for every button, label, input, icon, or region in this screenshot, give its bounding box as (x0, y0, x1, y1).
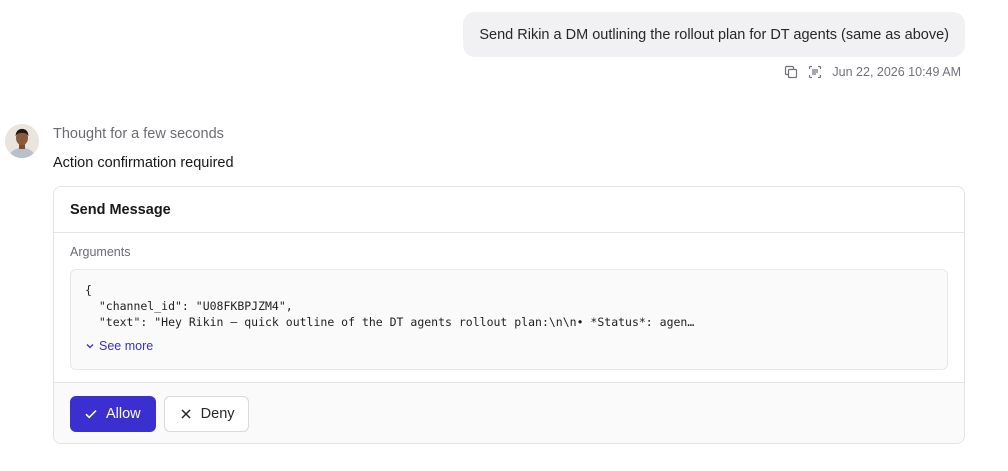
action-title-text: Send Message (70, 201, 171, 218)
user-message-bubble: Send Rikin a DM outlining the rollout pl… (463, 12, 965, 57)
allow-label: Allow (106, 406, 141, 422)
action-title: Send Message (54, 187, 964, 233)
user-message-text: Send Rikin a DM outlining the rollout pl… (479, 26, 949, 43)
chevron-down-icon (86, 344, 94, 349)
see-more-button[interactable]: See more (85, 339, 153, 353)
confirmation-heading: Action confirmation required (53, 155, 234, 171)
see-more-label: See more (99, 339, 154, 353)
deny-label: Deny (200, 406, 235, 422)
message-timestamp: Jun 22, 2026 10:49 AM (832, 65, 961, 79)
copy-icon[interactable] (784, 65, 798, 79)
allow-button[interactable]: Allow (70, 396, 156, 432)
arguments-code-block: { "channel_id": "U08FKBPJZM4", "text": "… (70, 269, 948, 370)
code-line: { (85, 283, 92, 297)
thought-status[interactable]: Thought for a few seconds (53, 126, 224, 142)
check-icon (85, 410, 97, 419)
close-icon (181, 409, 191, 419)
inspect-icon[interactable] (808, 65, 822, 79)
assistant-avatar (5, 124, 39, 158)
arguments-label: Arguments (70, 245, 131, 259)
action-buttons: Allow Deny (54, 382, 964, 443)
avatar-image (5, 124, 39, 158)
code-line: "text": "Hey Rikin — quick outline of th… (85, 315, 695, 329)
message-meta: Jun 22, 2026 10:49 AM (784, 63, 961, 81)
action-confirmation-card: Send Message Arguments { "channel_id": "… (53, 186, 965, 444)
code-line: "channel_id": "U08FKBPJZM4", (85, 299, 293, 313)
deny-button[interactable]: Deny (163, 396, 249, 432)
